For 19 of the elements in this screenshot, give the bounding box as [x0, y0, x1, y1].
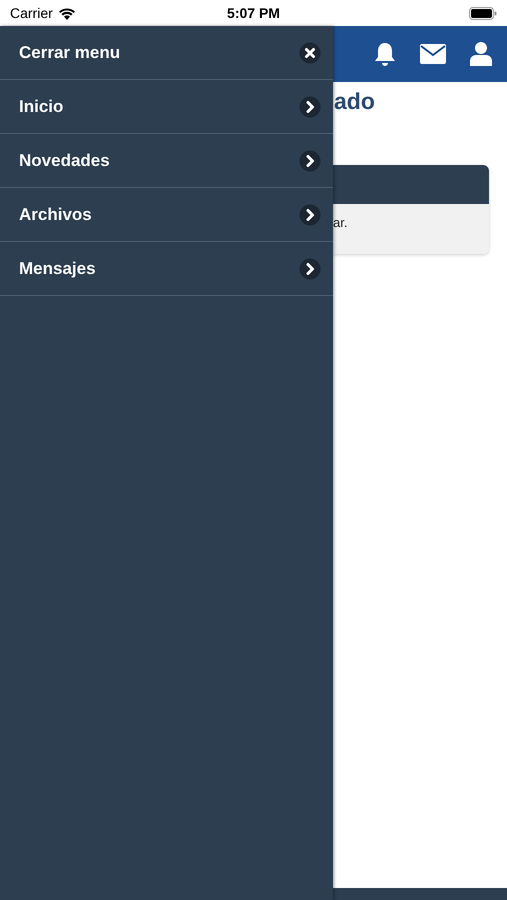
clock-time: 5:07 PM: [227, 5, 280, 21]
close-menu-item[interactable]: Cerrar menu: [0, 26, 333, 80]
mail-icon[interactable]: [420, 44, 446, 64]
chevron-right-icon: [299, 258, 321, 280]
menu-item[interactable]: Novedades: [0, 134, 333, 188]
card-text: ar.: [333, 215, 348, 230]
chevron-right-icon: [299, 150, 321, 172]
battery-icon: [469, 6, 497, 20]
wifi-icon: [58, 6, 76, 20]
carrier-name: Carrier: [10, 5, 53, 21]
menu-item[interactable]: Mensajes: [0, 242, 333, 296]
bell-icon[interactable]: [374, 42, 396, 66]
close-icon: [299, 42, 321, 64]
page-title: ado: [333, 88, 376, 115]
menu-item[interactable]: Inicio: [0, 80, 333, 134]
chevron-right-icon: [299, 96, 321, 118]
user-icon[interactable]: [470, 42, 492, 66]
chevron-right-icon: [299, 204, 321, 226]
menu-item[interactable]: Archivos: [0, 188, 333, 242]
